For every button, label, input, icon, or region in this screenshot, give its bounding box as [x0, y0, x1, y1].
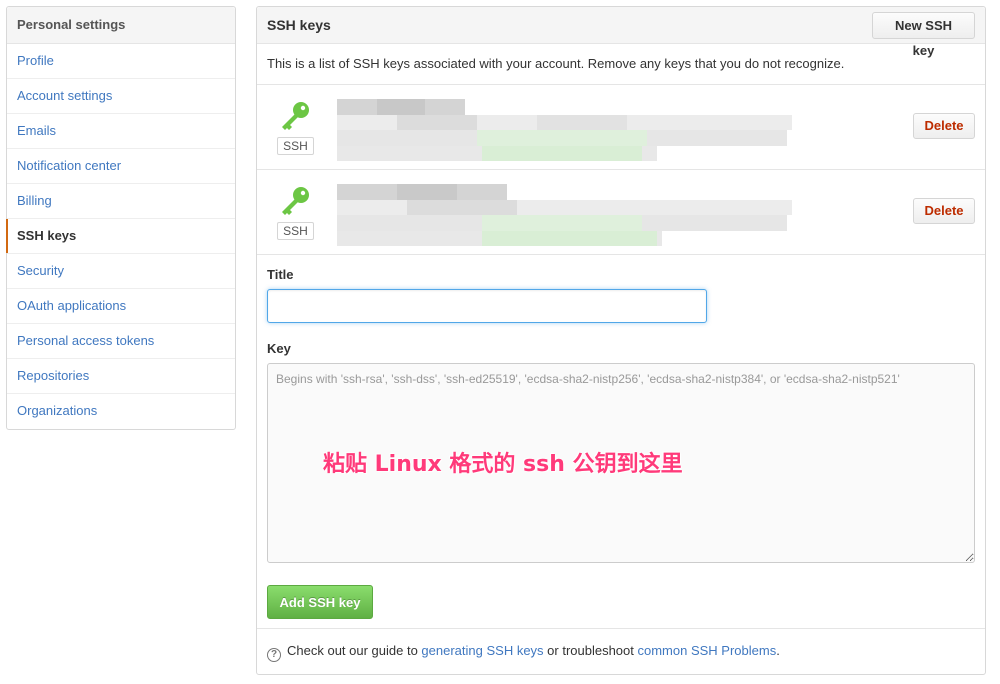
sidebar-item-security[interactable]: Security — [7, 254, 235, 289]
new-ssh-key-button[interactable]: New SSH key — [872, 12, 975, 58]
sidebar-item-ssh-keys[interactable]: SSH keys — [6, 219, 235, 254]
sidebar-item-profile[interactable]: Profile — [7, 44, 235, 79]
ssh-badge: SSH — [277, 137, 314, 155]
ssh-badge: SSH — [277, 222, 314, 240]
title-label: Title — [267, 267, 294, 282]
add-key-form: Title Key — [257, 255, 985, 563]
settings-sidebar: Personal settings Profile Account settin… — [6, 6, 236, 430]
sidebar-item-notification-center[interactable]: Notification center — [7, 149, 235, 184]
sidebar-item-account-settings[interactable]: Account settings — [7, 79, 235, 114]
common-ssh-problems-link[interactable]: common SSH Problems — [638, 643, 777, 658]
sidebar-item-emails[interactable]: Emails — [7, 114, 235, 149]
sidebar-title: Personal settings — [7, 7, 235, 44]
footer-text: or troubleshoot — [543, 643, 638, 658]
delete-key-button[interactable]: Delete — [913, 198, 975, 224]
sidebar-item-organizations[interactable]: Organizations — [7, 394, 235, 429]
footer-text: Check out our guide to — [287, 643, 422, 658]
key-icon — [282, 102, 309, 130]
delete-key-button[interactable]: Delete — [913, 113, 975, 139]
ssh-key-row: SSH Delete — [257, 170, 985, 255]
generating-ssh-keys-link[interactable]: generating SSH keys — [421, 643, 543, 658]
ssh-keys-panel: SSH keys New SSH key This is a list of S… — [256, 6, 986, 675]
ssh-key-row: SSH Delete — [257, 85, 985, 170]
title-input[interactable] — [267, 289, 707, 323]
redacted-key-fingerprint — [337, 99, 792, 161]
sidebar-item-billing[interactable]: Billing — [7, 184, 235, 219]
sidebar-item-personal-access-tokens[interactable]: Personal access tokens — [7, 324, 235, 359]
panel-header: SSH keys New SSH key — [257, 7, 985, 58]
question-icon: ? — [267, 648, 281, 662]
panel-description: This is a list of SSH keys associated wi… — [257, 44, 985, 85]
redacted-key-fingerprint — [337, 184, 792, 246]
sidebar-item-oauth-applications[interactable]: OAuth applications — [7, 289, 235, 324]
annotation-text: 粘贴 Linux 格式的 ssh 公钥到这里 — [323, 452, 683, 477]
key-icon — [282, 187, 309, 215]
panel-footer: ? Check out our guide to generating SSH k… — [257, 628, 985, 674]
key-label: Key — [267, 341, 291, 356]
sidebar-item-repositories[interactable]: Repositories — [7, 359, 235, 394]
footer-text: . — [776, 643, 780, 658]
add-ssh-key-button[interactable]: Add SSH key — [267, 585, 373, 619]
